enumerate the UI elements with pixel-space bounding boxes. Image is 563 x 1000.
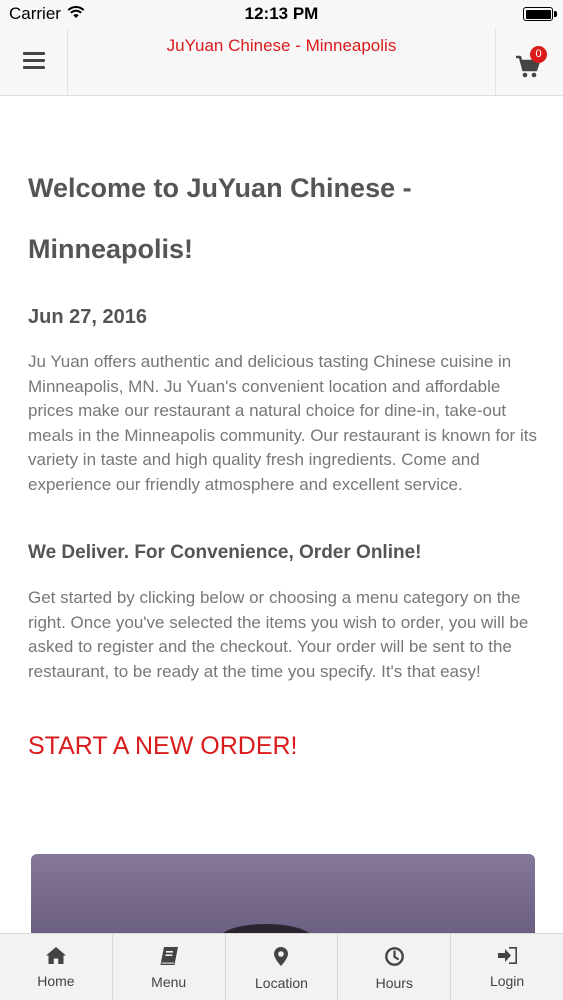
bottom-tab-bar: Home Menu Location Hours Login xyxy=(0,933,563,1000)
tab-hours-label: Hours xyxy=(375,975,413,991)
page-title: JuYuan Chinese - Minneapolis xyxy=(166,36,397,55)
battery-icon xyxy=(523,7,557,21)
restaurant-hero-image xyxy=(31,854,535,934)
sign-in-icon xyxy=(497,946,518,973)
tab-location-label: Location xyxy=(255,975,308,991)
status-time: 12:13 PM xyxy=(244,4,319,23)
delivery-heading: We Deliver. For Convenience, Order Onlin… xyxy=(28,542,422,563)
hamburger-icon xyxy=(22,51,45,74)
instructions-paragraph: Get started by clicking below or choosin… xyxy=(28,588,529,681)
status-bar: Carrier 12:13 PM xyxy=(0,0,563,29)
cart-count-badge: 0 xyxy=(530,46,547,63)
cart-button[interactable]: 0 xyxy=(495,29,563,95)
clock-icon xyxy=(384,947,404,975)
battery-level xyxy=(525,9,551,19)
map-pin-icon xyxy=(274,947,289,975)
home-icon xyxy=(45,947,66,973)
menu-button[interactable] xyxy=(0,29,68,95)
tab-login-label: Login xyxy=(489,973,525,989)
post-date: Jun 27, 2016 xyxy=(28,306,147,328)
tab-hours[interactable]: Hours xyxy=(338,934,452,1000)
nav-bar: JuYuan Chinese - Minneapolis 0 xyxy=(0,29,563,96)
intro-paragraph: Ju Yuan offers authentic and delicious t… xyxy=(28,352,537,494)
start-new-order-link[interactable]: START A NEW ORDER! xyxy=(28,732,298,761)
tab-home[interactable]: Home xyxy=(0,934,113,1000)
welcome-heading: Welcome to JuYuan Chinese - Minneapolis! xyxy=(28,173,412,264)
tab-login[interactable]: Login xyxy=(451,934,563,1000)
tab-menu[interactable]: Menu xyxy=(113,934,226,1000)
book-icon xyxy=(160,947,178,974)
tab-location[interactable]: Location xyxy=(226,934,339,1000)
tab-home-label: Home xyxy=(37,973,75,989)
tab-menu-label: Menu xyxy=(151,974,187,990)
